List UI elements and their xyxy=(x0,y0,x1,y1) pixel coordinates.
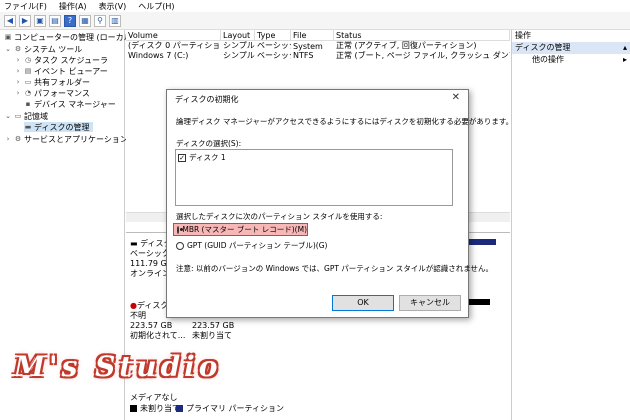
clock-icon: ◷ xyxy=(24,56,32,64)
actions-other[interactable]: 他の操作 ▸ xyxy=(512,54,630,66)
tree-performance[interactable]: › ◔ パフォーマンス xyxy=(14,88,90,98)
menu-help[interactable]: ヘルプ(H) xyxy=(138,1,174,12)
watermark: M's Studio xyxy=(14,350,222,383)
computer-icon: ▣ xyxy=(4,33,12,41)
tree-task-scheduler[interactable]: › ◷ タスク スケジューラ xyxy=(14,55,108,65)
forward-icon[interactable]: ▶ xyxy=(19,14,31,27)
menu-view[interactable]: 表示(V) xyxy=(99,1,127,12)
tree-services-apps[interactable]: › ⚙ サービスとアプリケーション xyxy=(4,134,128,144)
legend-unallocated: 未割り当て xyxy=(130,403,180,414)
cancel-button[interactable]: キャンセル xyxy=(399,295,461,311)
dialog-title: ディスクの初期化 xyxy=(175,95,239,104)
tree-storage[interactable]: ⌄ ▭ 記憶域 xyxy=(4,111,48,121)
device-icon: ▪ xyxy=(25,100,31,108)
toolbar: ◀ ▶ ▣ ▤ ? ▦ ⚲ ▥ xyxy=(0,12,630,30)
menu-bar: ファイル(F) 操作(A) 表示(V) ヘルプ(H) xyxy=(0,0,630,12)
tree-system-tools[interactable]: ⌄ ⚙ システム ツール xyxy=(4,44,82,54)
console-tree-icon[interactable]: ▤ xyxy=(49,14,61,27)
menu-action[interactable]: 操作(A) xyxy=(59,1,87,12)
collapse-icon[interactable]: ⌄ xyxy=(4,45,12,53)
dialog-description: 論理ディスク マネージャーがアクセスできるようにするにはディスクを初期化する必要… xyxy=(176,117,514,126)
connect-icon[interactable]: ⚲ xyxy=(94,14,106,27)
volume-list-header: Volume Layout Type File System Status xyxy=(126,30,510,51)
unallocated-swatch xyxy=(130,405,137,412)
disk0-type: ベーシック xyxy=(130,249,170,258)
disk0-status: オンライン xyxy=(130,269,170,278)
disk1-partition-status: 未割り当て xyxy=(192,331,232,340)
actions-title: 操作 xyxy=(515,31,531,40)
mbr-radio-option[interactable]: MBR (マスター ブート レコード)(M) xyxy=(173,223,308,236)
tree-disk-management[interactable]: ▬ ディスクの管理 xyxy=(24,122,94,132)
storage-icon: ▭ xyxy=(14,112,22,120)
performance-icon: ◔ xyxy=(24,89,32,97)
tree-shared-folders[interactable]: › ▭ 共有フォルダー xyxy=(14,77,90,87)
tree-root[interactable]: ▣ コンピューターの管理 (ローカル) xyxy=(4,32,135,42)
mbr-radio[interactable] xyxy=(177,225,184,234)
expand-icon[interactable]: › xyxy=(4,135,12,143)
expand-icon[interactable]: › xyxy=(14,78,22,86)
folder-up-icon[interactable]: ▣ xyxy=(34,14,46,27)
disk-select-list[interactable]: ✓ ディスク 1 xyxy=(175,149,453,206)
col-status[interactable]: Status xyxy=(334,30,510,40)
col-volume[interactable]: Volume xyxy=(126,30,221,40)
chevron-right-icon: ▸ xyxy=(622,55,627,64)
col-layout[interactable]: Layout xyxy=(221,30,255,40)
gpt-radio-option[interactable]: GPT (GUID パーティション テーブル)(G) xyxy=(176,240,327,251)
table-row[interactable]: Windows 7 (C:) シンプル ベーシック NTFS 正常 (ブート, … xyxy=(126,51,510,61)
tools-icon: ⚙ xyxy=(14,45,22,53)
close-icon[interactable]: ✕ xyxy=(452,92,460,103)
collapse-icon[interactable]: ▴ xyxy=(623,42,627,54)
initialize-disk-dialog: ディスクの初期化 ✕ 論理ディスク マネージャーがアクセスできるようにするにはデ… xyxy=(166,89,513,318)
disk-icon: ▬ xyxy=(24,123,32,131)
services-icon: ⚙ xyxy=(14,135,22,143)
error-disk-icon: ● xyxy=(130,301,137,310)
ok-button[interactable]: OK xyxy=(332,295,394,311)
legend-media: メディアなし xyxy=(130,393,178,402)
table-row[interactable]: (ディスク 0 パーティション 1) シンプル ベーシック 正常 (アクティブ,… xyxy=(126,41,510,51)
menu-file[interactable]: ファイル(F) xyxy=(4,1,47,12)
legend: メディアなし 未割り当て プライマリ パーティション xyxy=(126,392,510,420)
event-icon: ▤ xyxy=(24,67,32,75)
gpt-radio[interactable] xyxy=(176,241,184,250)
expand-icon[interactable]: › xyxy=(14,89,22,97)
disk0-partition-bar[interactable] xyxy=(466,239,496,245)
disk1-size: 223.57 GB xyxy=(130,321,173,330)
properties-icon[interactable]: ▦ xyxy=(79,14,91,27)
disk-checkbox[interactable]: ✓ xyxy=(178,153,186,162)
collapse-icon[interactable]: ⌄ xyxy=(4,112,12,120)
expand-icon[interactable]: › xyxy=(14,56,22,64)
expand-icon[interactable]: › xyxy=(14,67,22,75)
disk1-label[interactable]: ●ディスク xyxy=(130,301,168,311)
actions-section[interactable]: ディスクの管理 ▴ xyxy=(512,42,630,54)
tree-event-viewer[interactable]: › ▤ イベント ビューアー xyxy=(14,66,108,76)
disk1-status: 初期化されて... xyxy=(130,331,186,340)
col-type[interactable]: Type xyxy=(255,30,291,40)
help-icon[interactable]: ? xyxy=(64,14,76,27)
disk-select-label: ディスクの選択(S): xyxy=(176,139,242,148)
primary-swatch xyxy=(176,405,183,412)
list-item[interactable]: ✓ ディスク 1 xyxy=(178,152,226,163)
disk-icon: ▬ xyxy=(130,239,141,248)
col-filesystem[interactable]: File System xyxy=(291,30,334,51)
dialog-note: 注意: 以前のバージョンの Windows では、GPT パーティション スタイ… xyxy=(176,264,494,273)
actions-pane: 操作 ディスクの管理 ▴ 他の操作 ▸ xyxy=(511,30,630,420)
legend-primary: プライマリ パーティション xyxy=(176,403,284,414)
disk1-type: 不明 xyxy=(130,311,146,320)
partition-style-label: 選択したディスクに次のパーティション スタイルを使用する: xyxy=(176,212,383,221)
tree-device-manager[interactable]: ▪ デバイス マネージャー xyxy=(24,99,116,109)
view-icon[interactable]: ▥ xyxy=(109,14,121,27)
disk1-partition-size: 223.57 GB xyxy=(192,321,235,330)
folder-icon: ▭ xyxy=(24,78,32,86)
back-icon[interactable]: ◀ xyxy=(4,14,16,27)
